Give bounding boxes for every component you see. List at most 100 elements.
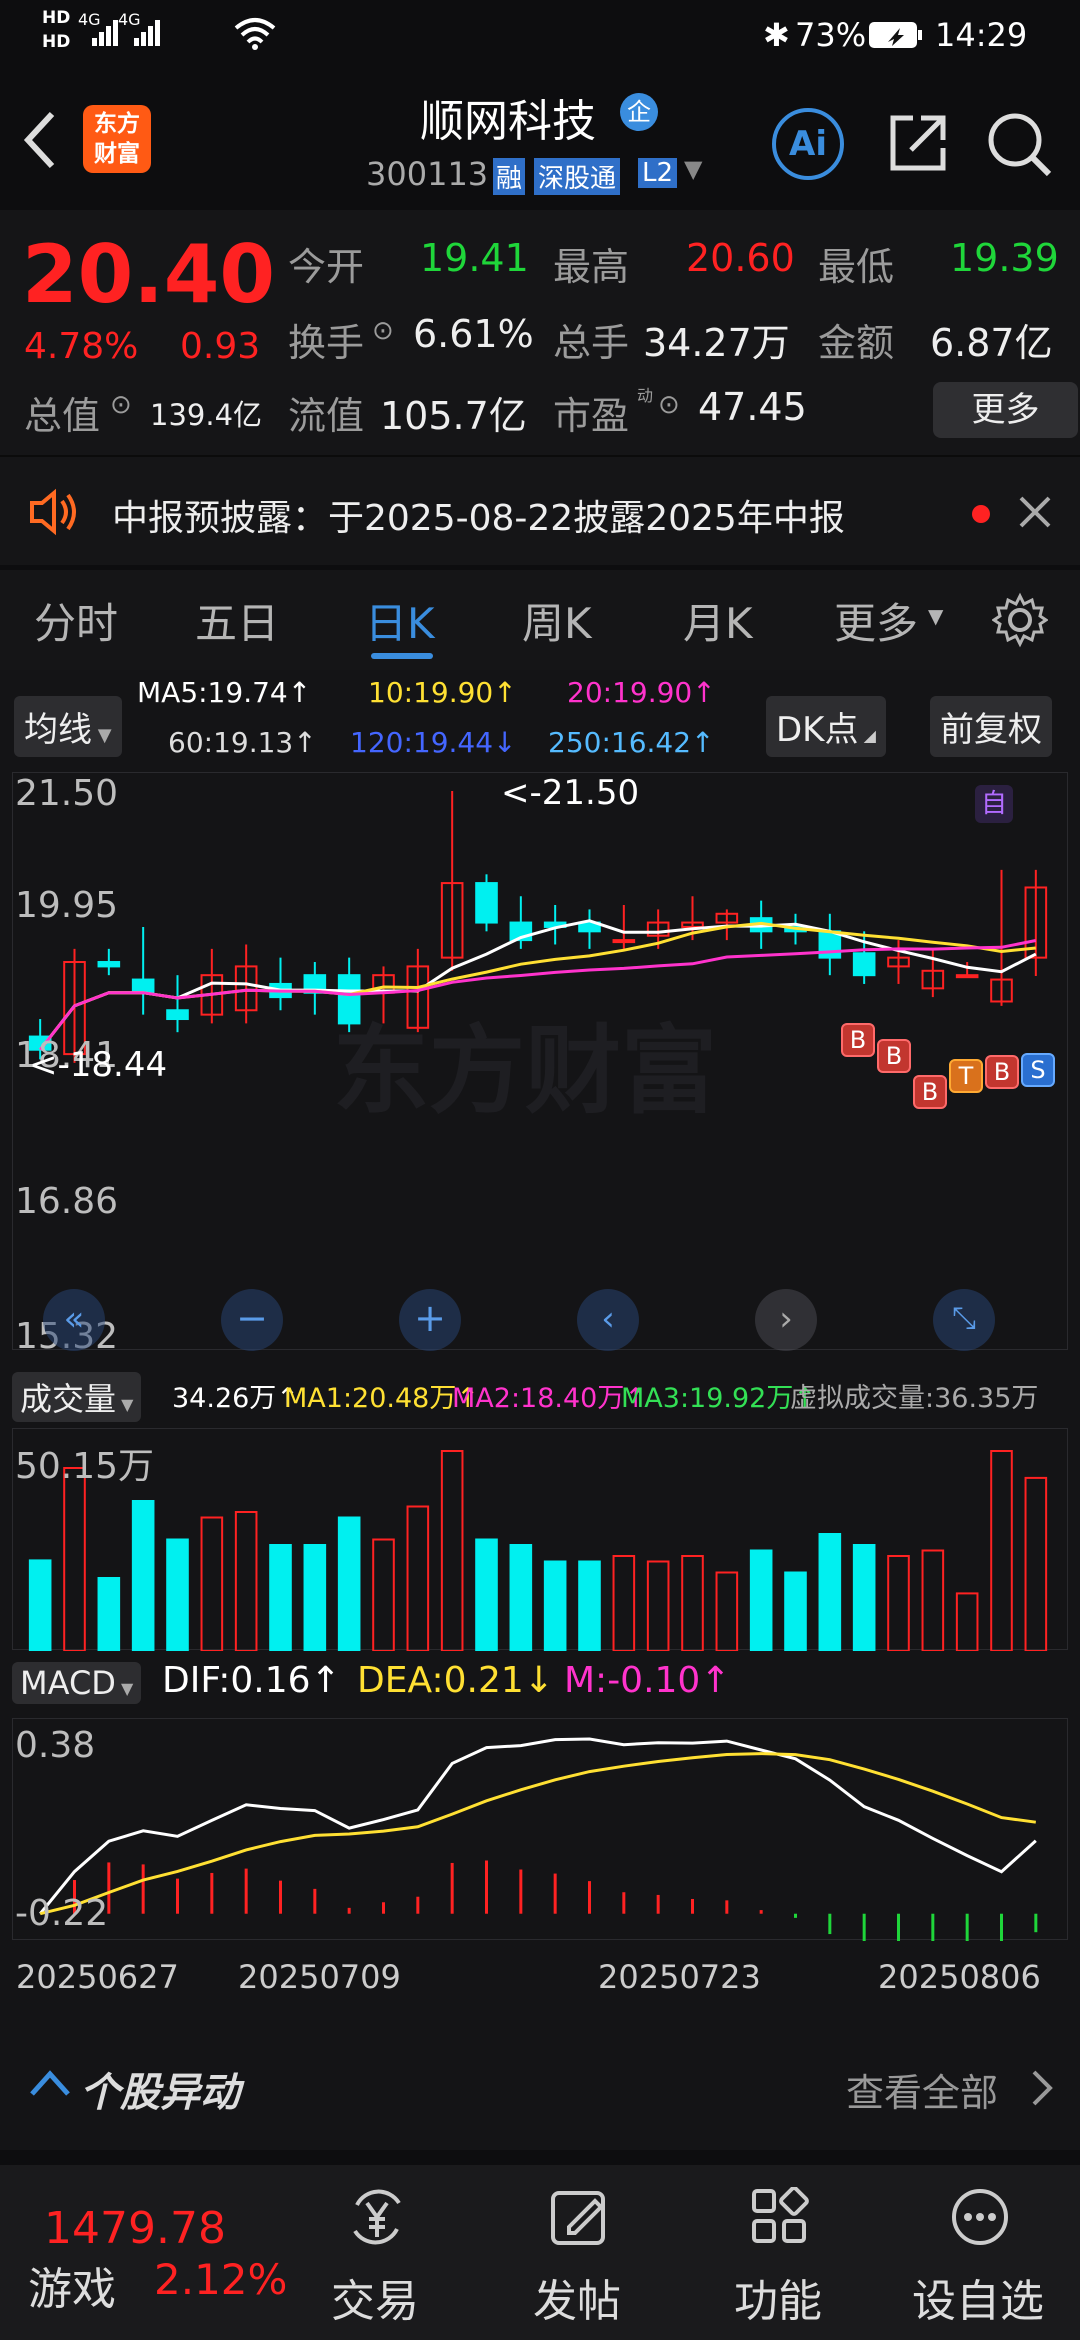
turnover-info-icon[interactable]: ⊙ — [372, 316, 394, 346]
collapse-chevron-icon[interactable] — [28, 2068, 72, 2098]
macd-selector-label: MACD — [20, 1664, 116, 1702]
volume-y-label: 50.15万 — [15, 1446, 155, 1487]
tab-weekly-k[interactable]: 周K — [522, 590, 592, 651]
volume-bar — [234, 1511, 258, 1651]
scroll-left-button[interactable]: ‹ — [577, 1289, 639, 1351]
post-edit-icon — [551, 2191, 605, 2245]
ai-button[interactable]: Ai — [772, 108, 844, 180]
pe-info-icon[interactable]: ⊙ — [658, 390, 680, 420]
active-tab-indicator — [371, 653, 433, 659]
search-icon[interactable] — [985, 110, 1055, 180]
app-logo[interactable]: 东方 财富 — [83, 105, 151, 173]
dif-label: DIF:0.16↑ — [162, 1660, 341, 1701]
scroll-right-button[interactable]: › — [755, 1289, 817, 1351]
self-mark: 自 — [975, 785, 1013, 823]
speaker-icon — [30, 488, 76, 536]
volume-bar — [406, 1505, 430, 1651]
jump-start-button[interactable]: « — [43, 1289, 105, 1351]
candle-body — [475, 882, 498, 924]
kline-panel[interactable]: 东方财富 21.50 19.95 18.41 16.86 15.32 <-21.… — [12, 772, 1068, 1357]
sgt-tag: 深股通 — [534, 158, 621, 195]
index-ticker[interactable]: 1479.78 游戏 2.12% — [14, 2165, 287, 2340]
low-note: <-18.44 — [29, 1045, 168, 1085]
view-all-link[interactable]: 查看全部 — [846, 2062, 998, 2117]
macd-panel[interactable]: 0.38 -0.22 — [12, 1718, 1068, 1941]
volume-value-label: 34.26万↑ — [172, 1383, 299, 1414]
ma120-label: 120:19.44↓ — [350, 726, 517, 759]
volume-bar — [852, 1544, 876, 1651]
volume-bar — [475, 1538, 498, 1651]
change-amount: 0.93 — [180, 326, 261, 367]
view-all-chevron-icon[interactable] — [1030, 2068, 1054, 2108]
tab-monthly-k[interactable]: 月K — [683, 590, 753, 651]
notice-text: 中报预披露：于2025-08-22披露2025年中报 — [112, 498, 845, 539]
dea-label: DEA:0.21↓ — [357, 1660, 554, 1701]
pe-value: 47.45 — [698, 385, 807, 429]
macd-y-bottom: -0.22 — [15, 1893, 109, 1934]
battery-icon — [869, 22, 922, 48]
chart-area: 均线 ▼ MA5:19.74↑ 10:19.90↑ 20:19.90↑ 60:1… — [0, 670, 1080, 2030]
hd2-indicator: HD — [42, 32, 71, 52]
fullscreen-button[interactable]: ⤡ — [933, 1289, 995, 1351]
share-icon[interactable] — [885, 110, 951, 176]
zoom-out-button[interactable]: − — [221, 1289, 283, 1351]
code-dropdown-icon[interactable]: ▼ — [684, 155, 702, 183]
tab-five-day[interactable]: 五日 — [195, 590, 279, 651]
volume-bar — [303, 1544, 327, 1651]
volume-bar — [509, 1544, 533, 1651]
signal-t[interactable]: T — [949, 1059, 983, 1093]
volume-bar — [97, 1577, 121, 1651]
zoom-in-button[interactable]: + — [399, 1289, 461, 1351]
signal-b4[interactable]: B — [985, 1055, 1019, 1089]
trade-yen-icon — [353, 2189, 401, 2245]
volume-bar — [784, 1571, 807, 1651]
close-icon[interactable] — [1018, 495, 1052, 529]
ma10-label: 10:19.90↑ — [368, 676, 517, 709]
nav-watchlist[interactable]: 设自选 — [878, 2165, 1078, 2340]
nav-watchlist-label: 设自选 — [912, 2276, 1044, 2327]
signal-b2[interactable]: B — [877, 1039, 911, 1073]
date-label-2: 20250709 — [238, 1958, 401, 1996]
stock-header: 东方 财富 顺网科技 企 300113 融 深股通 L2 ▼ Ai — [0, 75, 1080, 210]
nav-trade[interactable]: 交易 — [275, 2165, 475, 2340]
nav-post[interactable]: 发帖 — [477, 2165, 677, 2340]
volume-value: 34.27万 — [643, 321, 790, 365]
high-label: 最高 — [553, 245, 630, 289]
stock-movement-section: 个股异动 查看全部 — [0, 2030, 1080, 2150]
y-label-top: 21.50 — [15, 773, 119, 814]
settings-gear-icon[interactable] — [992, 592, 1048, 648]
more-button[interactable]: 更多 — [933, 382, 1078, 438]
float-value: 105.7亿 — [380, 394, 527, 438]
macd-selector[interactable]: MACD ▼ — [12, 1662, 142, 1704]
notice-bar[interactable]: 中报预披露：于2025-08-22披露2025年中报 — [0, 455, 1080, 565]
mktcap-info-icon[interactable]: ⊙ — [110, 390, 132, 420]
high-value: 20.60 — [686, 236, 795, 280]
candle-body — [852, 952, 876, 977]
volume-bar — [921, 1549, 945, 1651]
tab-timeshare[interactable]: 分时 — [34, 590, 118, 651]
nav-functions[interactable]: 功能 — [678, 2165, 878, 2340]
turnover-value: 6.61% — [413, 312, 534, 356]
tab-daily-k[interactable]: 日K — [365, 590, 435, 651]
period-tabs: 分时 五日 日K 周K 月K 更多 ▼ — [0, 570, 1080, 670]
volume-selector[interactable]: 成交量 ▼ — [12, 1372, 142, 1422]
signal-b3[interactable]: B — [913, 1075, 947, 1109]
amount-value: 6.87亿 — [930, 321, 1053, 365]
signal-b1[interactable]: B — [841, 1023, 875, 1057]
ma-selector[interactable]: 均线 ▼ — [14, 696, 122, 757]
tab-more[interactable]: 更多 — [834, 590, 918, 651]
adjust-mode-button[interactable]: 前复权 — [930, 696, 1052, 757]
back-icon[interactable] — [20, 110, 60, 170]
ma60-label: 60:19.13↑ — [168, 726, 317, 759]
signal-s[interactable]: S — [1021, 1053, 1055, 1087]
dk-point-button[interactable]: DK点 ◢ — [766, 696, 886, 757]
functions-grid-icon — [752, 2187, 809, 2243]
ma250-label: 250:16.42↑ — [548, 726, 715, 759]
volume-bar — [612, 1555, 636, 1651]
volume-chart — [28, 1450, 1048, 1651]
volume-panel[interactable]: 50.15万 — [12, 1428, 1068, 1651]
date-label-4: 20250806 — [878, 1958, 1041, 1996]
volume-bar — [131, 1500, 155, 1651]
volume-label: 总手 — [553, 321, 630, 365]
enterprise-badge: 企 — [620, 93, 658, 131]
